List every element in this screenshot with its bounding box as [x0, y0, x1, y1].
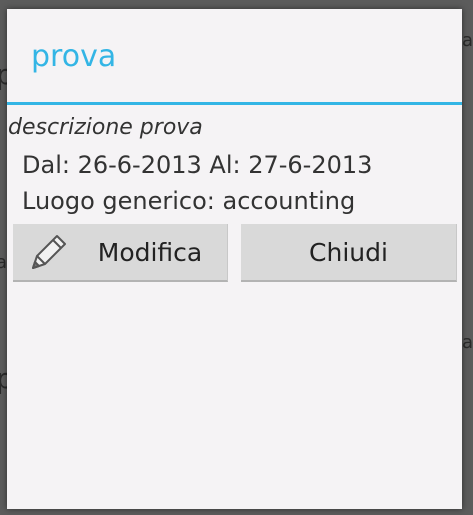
event-dialog: prova descrizione prova Dal: 26-6-2013 A…	[7, 9, 462, 509]
edit-button[interactable]: Modifica	[13, 224, 228, 282]
title-divider	[7, 102, 462, 105]
event-location: Luogo generico: accounting	[22, 187, 356, 215]
event-dates: Dal: 26-6-2013 Al: 27-6-2013	[22, 151, 373, 179]
pencil-icon	[27, 232, 69, 274]
event-description: descrizione prova	[8, 115, 203, 140]
background-text-fragment: a	[0, 252, 8, 273]
background-text-fragment: a	[462, 30, 473, 51]
background-text-fragment: a	[462, 332, 473, 353]
close-button-label: Chiudi	[309, 237, 388, 267]
close-button[interactable]: Chiudi	[241, 224, 457, 282]
dialog-title: prova	[31, 39, 117, 74]
edit-button-label: Modifica	[97, 237, 203, 267]
